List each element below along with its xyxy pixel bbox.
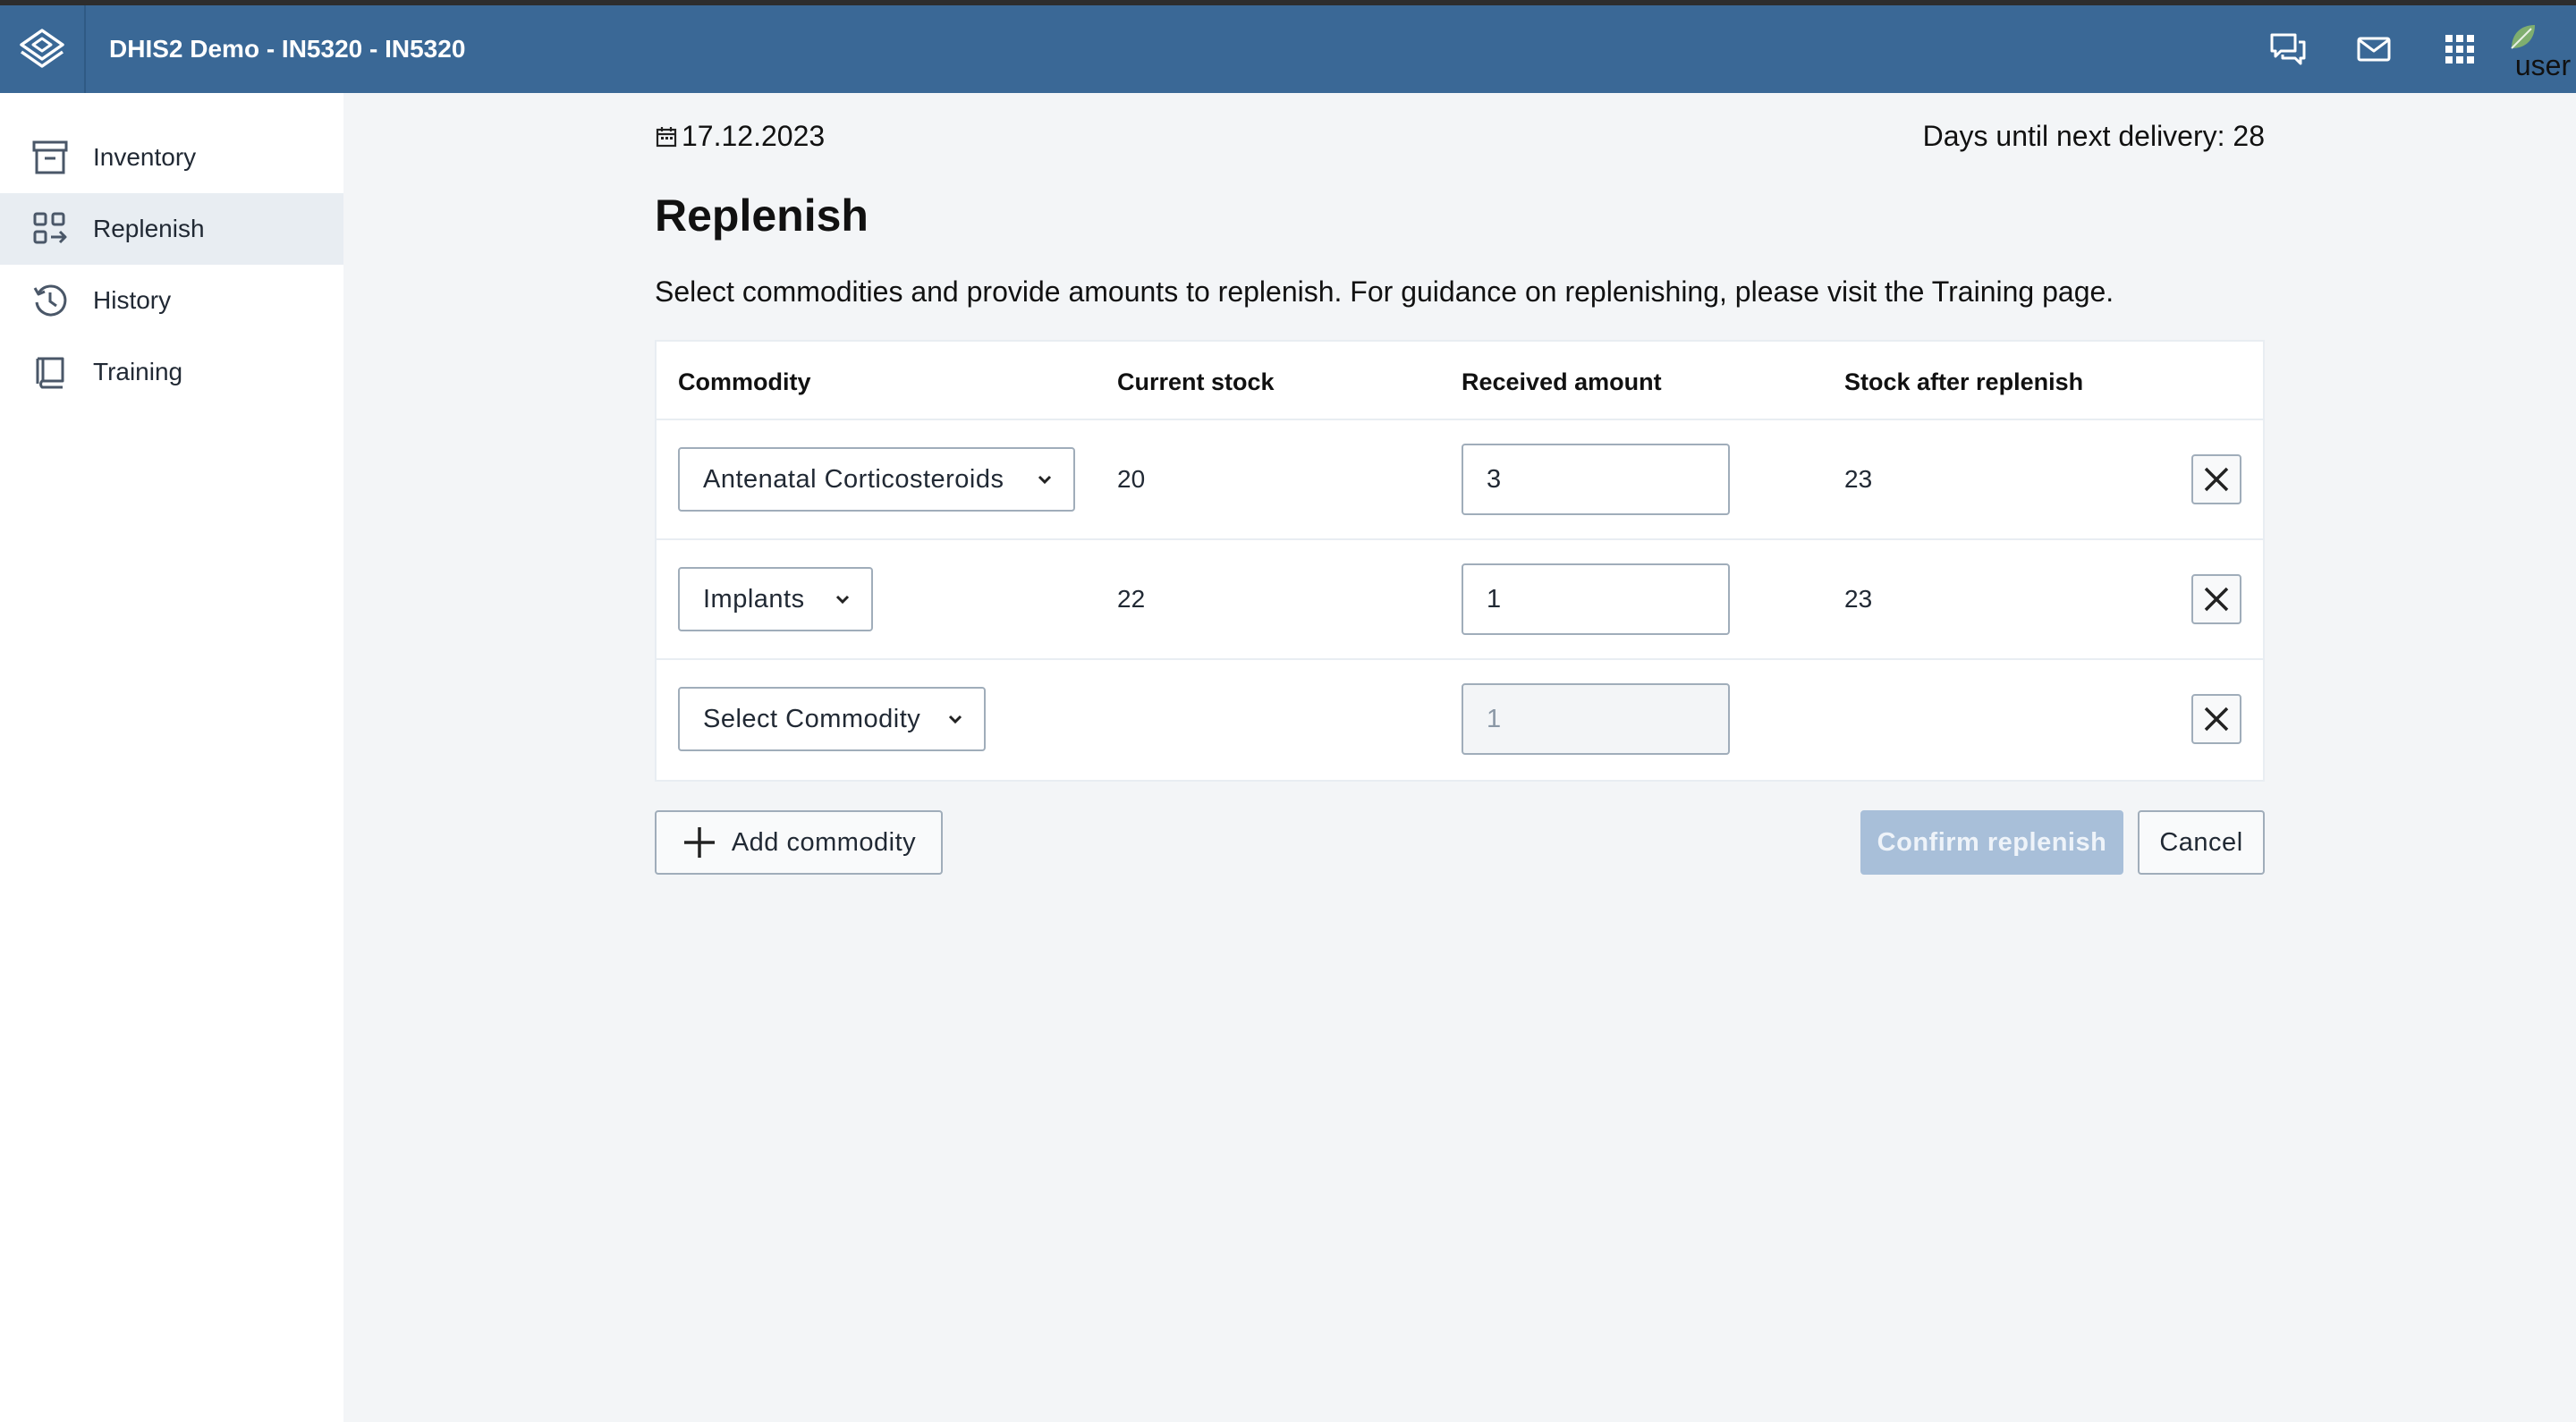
stock-after-value: 23	[1844, 465, 1873, 493]
sidebar: Inventory Replenish History Training	[0, 93, 343, 1422]
commodity-select[interactable]: Implants	[678, 567, 873, 631]
commodity-select-value: Select Commodity	[703, 704, 921, 733]
close-icon	[2204, 707, 2229, 732]
remove-row-button[interactable]	[2191, 454, 2241, 504]
stock-after-value: 23	[1844, 585, 1873, 613]
add-commodity-button[interactable]: Add commodity	[655, 810, 943, 875]
info-row: 17.12.2023 Days until next delivery: 28	[655, 120, 2265, 156]
replenish-table: Commodity Current stock Received amount …	[655, 340, 2265, 782]
current-date: 17.12.2023	[655, 120, 825, 153]
avatar-alt-text: user	[2514, 49, 2572, 81]
apps-grid-icon	[2445, 35, 2474, 63]
chevron-down-icon	[1036, 473, 1054, 486]
sidebar-item-training[interactable]: Training	[0, 336, 343, 408]
app-title: DHIS2 Demo - IN5320 - IN5320	[109, 35, 466, 63]
commodity-select[interactable]: Select Commodity	[678, 687, 986, 751]
interpretations-button[interactable]	[2245, 5, 2331, 93]
confirm-replenish-label: Confirm replenish	[1877, 827, 2107, 857]
book-icon	[32, 354, 68, 390]
cancel-label: Cancel	[2159, 827, 2243, 857]
sidebar-item-inventory[interactable]: Inventory	[0, 122, 343, 193]
logo-icon	[20, 29, 64, 68]
chevron-down-icon	[946, 713, 964, 725]
column-header-current-stock: Current stock	[1117, 368, 1275, 395]
app-logo-button[interactable]	[0, 5, 86, 93]
archive-icon	[32, 140, 68, 175]
commodity-select[interactable]: Antenatal Corticosteroids	[678, 447, 1075, 512]
days-until-delivery: Days until next delivery: 28	[1922, 120, 2265, 152]
sidebar-item-history[interactable]: History	[0, 265, 343, 336]
commodity-select-value: Antenatal Corticosteroids	[703, 464, 1004, 494]
page-title: Replenish	[655, 190, 869, 241]
sidebar-item-label: History	[93, 286, 172, 314]
replenish-icon	[32, 211, 68, 247]
header-actions: user	[2245, 5, 2576, 93]
chat-icon	[2270, 33, 2306, 65]
table-row: Antenatal Corticosteroids 20 23	[657, 420, 2263, 540]
remove-row-button[interactable]	[2191, 694, 2241, 744]
column-header-received-amount: Received amount	[1462, 368, 1662, 395]
table-row: Select Commodity	[657, 660, 2263, 780]
close-icon	[2204, 467, 2229, 492]
plus-icon	[683, 827, 715, 858]
close-icon	[2204, 587, 2229, 612]
table-header: Commodity Current stock Received amount …	[657, 342, 2263, 420]
app-header: DHIS2 Demo - IN5320 - IN5320 user	[0, 5, 2576, 93]
cancel-button[interactable]: Cancel	[2138, 810, 2265, 875]
calendar-icon	[656, 126, 677, 147]
chevron-down-icon	[834, 593, 852, 605]
history-icon	[32, 283, 68, 318]
received-amount-input[interactable]	[1462, 444, 1730, 515]
sidebar-item-label: Training	[93, 358, 183, 385]
page-description: Select commodities and provide amounts t…	[655, 275, 2114, 308]
mail-icon	[2357, 37, 2391, 62]
column-header-commodity: Commodity	[678, 368, 811, 395]
received-amount-input[interactable]	[1462, 563, 1730, 635]
user-profile-button[interactable]: user	[2503, 5, 2572, 93]
date-text: 17.12.2023	[682, 120, 826, 152]
commodity-select-value: Implants	[703, 584, 805, 614]
apps-menu-button[interactable]	[2417, 5, 2503, 93]
current-stock-value: 22	[1117, 585, 1146, 613]
sidebar-item-label: Inventory	[93, 143, 197, 171]
add-commodity-label: Add commodity	[731, 827, 917, 857]
confirm-replenish-button[interactable]: Confirm replenish	[1860, 810, 2123, 875]
sidebar-item-replenish[interactable]: Replenish	[0, 193, 343, 265]
current-stock-value: 20	[1117, 465, 1146, 493]
broken-image-icon	[2511, 25, 2535, 49]
column-header-stock-after: Stock after replenish	[1844, 368, 2084, 395]
sidebar-item-label: Replenish	[93, 215, 205, 242]
received-amount-input[interactable]	[1462, 683, 1730, 755]
table-row: Implants 22 23	[657, 540, 2263, 660]
remove-row-button[interactable]	[2191, 574, 2241, 624]
messages-button[interactable]	[2331, 5, 2417, 93]
